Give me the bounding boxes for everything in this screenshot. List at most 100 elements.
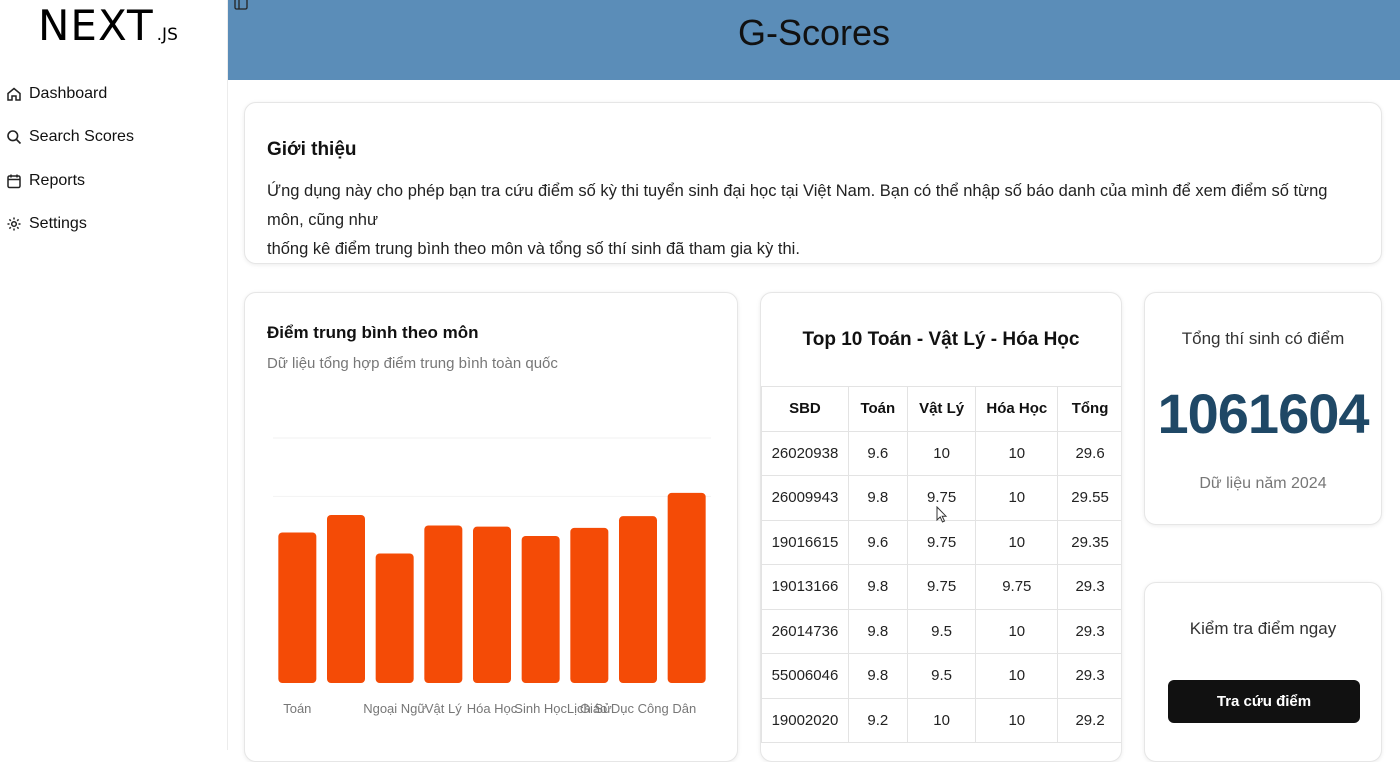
table-cell: 29.2: [1057, 697, 1121, 743]
intro-text-line: Ứng dụng này cho phép bạn tra cứu điểm s…: [267, 182, 1328, 229]
table-cell: 10: [975, 475, 1059, 521]
logo-suffix: .JS: [156, 25, 178, 45]
chart-bar[interactable]: [619, 516, 657, 683]
table-cell: 29.3: [1057, 608, 1121, 654]
total-candidates-value: 1061604: [1157, 382, 1369, 445]
intro-text-line: thống kê điểm trung bình theo môn và tổn…: [267, 240, 800, 258]
search-icon: [7, 130, 22, 145]
x-tick-label: Ngoại Ngữ: [363, 701, 426, 716]
intro-title: Giới thiệu: [267, 139, 357, 160]
top10-table: SBD Toán Vật Lý Hóa Học Tổng 26020938 9.…: [761, 386, 1121, 743]
sidebar-item-label: Reports: [29, 171, 86, 189]
table-cell: 9.8: [847, 653, 908, 699]
table-cell: 10: [975, 519, 1059, 565]
table-cell: 10: [975, 430, 1059, 476]
chart-bar[interactable]: [521, 536, 560, 683]
panel-toggle-icon[interactable]: [234, 0, 248, 10]
table-cell: 19013166: [761, 564, 849, 610]
table-cell: 29.55: [1057, 475, 1121, 521]
table-cell: 10: [906, 697, 977, 743]
top-header: G-Scores: [228, 0, 1400, 80]
table-cell: 9.75: [906, 564, 977, 610]
table-cell: 19002020: [761, 697, 849, 743]
column-header: Hóa Học: [975, 386, 1059, 432]
sidebar-item-settings[interactable]: Settings: [6, 211, 216, 238]
intro-text: Ứng dụng này cho phép bạn tra cứu điểm s…: [267, 177, 1359, 264]
column-header: Toán: [847, 386, 908, 432]
table-row: 55006046 9.8 9.5 10 29.3: [761, 653, 1121, 699]
table-cell: 19016615: [761, 519, 849, 565]
table-row: 26014736 9.8 9.5 10 29.3: [761, 608, 1121, 654]
x-tick-label: Sinh Học: [514, 701, 567, 716]
x-tick-label: Giáo Dục Công Dân: [580, 701, 696, 716]
average-score-bar-chart: Toán Ngoại NgữVật Lý Hóa HọcSinh Học Lịch S…: [273, 437, 711, 716]
chart-bar[interactable]: [278, 532, 317, 684]
table-row: 19013166 9.8 9.75 9.75 29.3: [761, 564, 1121, 610]
main-content: Giới thiệu Ứng dụng này cho phép bạn tra…: [228, 80, 1400, 762]
chart-bar[interactable]: [570, 527, 609, 683]
table-cell: 9.75: [975, 564, 1059, 610]
table-cell: 29.6: [1057, 430, 1121, 476]
mouse-cursor-icon: [936, 506, 948, 523]
total-label: Tổng thí sinh có điểm: [1181, 329, 1345, 348]
sidebar-item-label: Settings: [29, 215, 87, 232]
sidebar-nav: Dashboard Search Scores Reports Settings: [6, 80, 216, 254]
table-cell: 10: [975, 697, 1059, 743]
average-score-card: Điểm trung bình theo môn Dữ liệu tổng hợ…: [244, 292, 738, 762]
chart-bar[interactable]: [375, 553, 414, 684]
table-cell: 9.5: [906, 608, 977, 654]
check-score-card: Kiểm tra điểm ngay Tra cứu điểm: [1144, 582, 1382, 762]
page-title: G-Scores: [737, 12, 891, 53]
sidebar-item-reports[interactable]: Reports: [6, 167, 216, 194]
table-cell: 29.35: [1057, 519, 1121, 565]
nextjs-logo[interactable]: NEXT .JS: [38, 4, 178, 48]
column-header: SBD: [761, 386, 849, 432]
table-header-row: SBD Toán Vật Lý Hóa Học Tổng: [761, 386, 1121, 432]
column-header: Tổng: [1057, 386, 1121, 432]
chart-subtitle: Dữ liệu tổng hợp điểm trung bình toàn qu…: [267, 355, 558, 372]
x-tick-label: Hóa Học: [467, 701, 518, 716]
x-tick-label: Vật Lý: [425, 701, 462, 716]
table-row: 19002020 9.2 10 10 29.2: [761, 697, 1121, 743]
total-candidates-card: Tổng thí sinh có điểm 1061604 Dữ liệu nă…: [1144, 292, 1382, 525]
gear-icon: [7, 217, 21, 231]
logo-text: NEXT: [38, 1, 154, 50]
table-cell: 26009943: [761, 475, 849, 521]
table-cell: 9.6: [847, 430, 908, 476]
chart-bar[interactable]: [327, 515, 365, 683]
top10-title: Top 10 Toán - Vật Lý - Hóa Học: [802, 329, 1080, 350]
table-cell: 10: [975, 608, 1059, 654]
check-score-label: Kiểm tra điểm ngay: [1189, 619, 1337, 638]
sidebar-item-label: Search Scores: [29, 128, 134, 145]
table-cell: 9.8: [847, 564, 908, 610]
table-cell: 9.6: [847, 519, 908, 565]
table-cell: 29.3: [1057, 564, 1121, 610]
table-cell: 29.3: [1057, 653, 1121, 699]
table-cell: 10: [906, 430, 977, 476]
table-cell: 9.2: [847, 697, 908, 743]
table-cell: 26020938: [761, 430, 849, 476]
chart-bar[interactable]: [473, 526, 511, 683]
data-year-note: Dữ liệu năm 2024: [1199, 475, 1327, 492]
search-score-button[interactable]: Tra cứu điểm: [1168, 680, 1360, 723]
sidebar-item-label: Dashboard: [29, 84, 108, 102]
table-row: 19016615 9.6 9.75 10 29.35: [761, 519, 1121, 565]
chart-bar[interactable]: [424, 525, 463, 684]
table-cell: 9.75: [906, 519, 977, 565]
home-icon: [7, 87, 21, 101]
chart-title: Điểm trung bình theo môn: [267, 323, 479, 342]
table-row: 26020938 9.6 10 10 29.6: [761, 430, 1121, 476]
table-cell: 10: [975, 653, 1059, 699]
table-cell: 55006046: [761, 653, 849, 699]
calendar-icon: [7, 174, 21, 188]
intro-card: Giới thiệu Ứng dụng này cho phép bạn tra…: [244, 102, 1382, 264]
table-cell: 26014736: [761, 608, 849, 654]
top10-card: Top 10 Toán - Vật Lý - Hóa Học SBD Toán …: [760, 292, 1122, 762]
sidebar-item-dashboard[interactable]: Dashboard: [6, 80, 216, 107]
table-cell: 9.8: [847, 475, 908, 521]
sidebar-item-search-scores[interactable]: Search Scores: [6, 124, 216, 151]
x-tick-label: Toán: [283, 701, 311, 716]
column-header: Vật Lý: [906, 386, 977, 432]
table-cell: 9.5: [906, 653, 977, 699]
chart-bar[interactable]: [667, 492, 706, 683]
